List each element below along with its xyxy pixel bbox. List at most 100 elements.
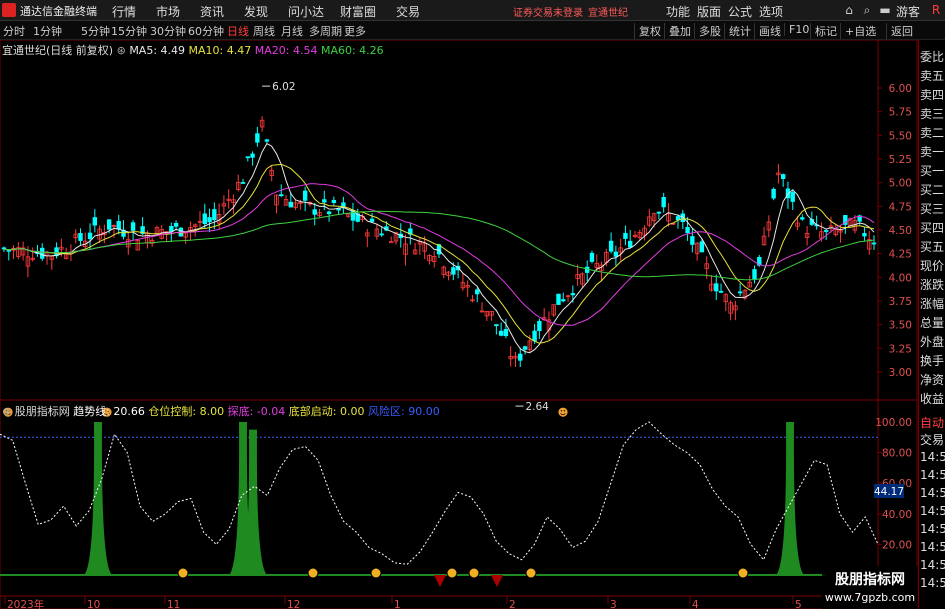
quote-row[interactable]: 委比 <box>920 48 945 65</box>
period-1min[interactable]: 1分钟 <box>33 23 62 39</box>
candle-body <box>388 241 394 244</box>
candle-body <box>771 188 776 199</box>
quote-row[interactable]: 卖三 <box>920 105 945 122</box>
quote-row[interactable]: 外盘 <box>920 333 945 350</box>
probe-label: 探底: -0.04 <box>227 405 286 418</box>
candle-body <box>379 233 384 236</box>
date-label: 3 <box>610 599 617 609</box>
menu-news[interactable]: 资讯 <box>200 3 224 20</box>
menu-ask[interactable]: 问小达 <box>288 3 324 20</box>
candle-body <box>522 346 528 350</box>
r-icon[interactable]: R <box>927 2 945 19</box>
menu-market[interactable]: 市场 <box>156 3 180 20</box>
candle-body <box>106 219 112 230</box>
period-more[interactable]: 更多 <box>344 23 366 39</box>
candle-body <box>690 236 695 245</box>
menu-function[interactable]: 功能 <box>666 3 690 20</box>
f10-button[interactable]: F10 <box>784 23 809 36</box>
indicator-tick-label: 40.00 <box>882 509 912 521</box>
watermark: 股朋指标网 www.7gpzb.com <box>822 566 918 609</box>
menu-formula[interactable]: 公式 <box>728 3 752 20</box>
watermark-url: www.7gpzb.com <box>824 591 916 604</box>
candle-body <box>608 240 614 252</box>
candle-body <box>173 223 179 227</box>
quote-row[interactable]: 买五 <box>920 238 945 255</box>
candle-body <box>656 211 662 214</box>
period-intraday[interactable]: 分时 <box>3 23 25 39</box>
settings-icon[interactable]: ⊛ <box>117 44 126 57</box>
probe-bar <box>434 575 446 587</box>
quote-row[interactable]: 卖一 <box>920 143 945 160</box>
menu-options[interactable]: 选项 <box>759 3 783 20</box>
auto-trade-label[interactable]: 自动 <box>920 414 945 431</box>
search-icon[interactable]: ⌕ <box>858 2 876 19</box>
period-60min[interactable]: 60分钟 <box>188 23 224 39</box>
period-weekly[interactable]: 周线 <box>253 23 275 39</box>
buy-signal-icon <box>370 567 382 579</box>
candle-body <box>250 153 255 158</box>
candle-body <box>6 249 11 252</box>
quote-row[interactable]: 卖二 <box>920 124 945 141</box>
period-monthly[interactable]: 月线 <box>281 23 303 39</box>
period-5min[interactable]: 5分钟 <box>81 23 110 39</box>
menu-layout[interactable]: 版面 <box>697 3 721 20</box>
period-multi[interactable]: 多周期 <box>309 23 342 39</box>
trend-line <box>0 421 879 565</box>
menu-wealth[interactable]: 财富圈 <box>340 3 376 20</box>
tick-time: 14:56 <box>920 504 945 518</box>
menu-quotes[interactable]: 行情 <box>112 3 136 20</box>
quote-row[interactable]: 总量 <box>920 314 945 331</box>
multi-stock-button[interactable]: 多股 <box>694 23 721 39</box>
indicator-settings-icon[interactable]: ⊛ <box>2 405 11 418</box>
quote-row[interactable]: 买一 <box>920 162 945 179</box>
trade-label[interactable]: 交易 <box>920 431 945 448</box>
period-30min[interactable]: 30分钟 <box>150 23 186 39</box>
menu-discover[interactable]: 发现 <box>244 3 268 20</box>
candle-body <box>40 247 45 259</box>
home-icon[interactable]: ⌂ <box>840 2 858 19</box>
period-daily[interactable]: 日线 <box>227 23 249 39</box>
candle-body <box>718 290 724 293</box>
quote-row[interactable]: 买四 <box>920 219 945 236</box>
login-warning[interactable]: 证券交易未登录 <box>513 4 583 19</box>
bottom-start-bar <box>776 422 804 575</box>
candle-body <box>116 221 121 230</box>
add-watchlist-button[interactable]: +自选 <box>840 23 876 39</box>
candle-body <box>871 242 877 245</box>
candle-body <box>675 216 681 221</box>
title-bar: 通达信金融终端 行情 市场 资讯 发现 问小达 财富圈 交易 证券交易未登录 宜… <box>0 0 945 21</box>
candle-body <box>494 324 499 327</box>
date-label: 2023年 <box>7 598 44 609</box>
user-label[interactable]: 游客 <box>896 3 920 20</box>
draw-button[interactable]: 画线 <box>754 23 781 39</box>
quote-row[interactable]: 买三 <box>920 200 945 217</box>
mark-button[interactable]: 标记 <box>810 23 837 39</box>
chart-canvas[interactable]: 6.00 5.75 5.50 5.25 5.00 4.75 4.50 4.25 4.00 3.75… <box>0 40 918 609</box>
candle-body <box>661 196 666 208</box>
quote-row[interactable]: 涨跌 <box>920 276 945 293</box>
quote-row[interactable]: 换手 <box>920 352 945 369</box>
price-tick-label: 5.50 <box>889 130 912 142</box>
current-stock-name: 宜通世纪 <box>588 8 628 19</box>
quote-row[interactable]: 涨幅 <box>920 295 945 312</box>
quote-row[interactable]: 买二 <box>920 181 945 198</box>
period-15min[interactable]: 15分钟 <box>111 23 147 39</box>
candle-body <box>498 330 504 336</box>
overlay-button[interactable]: 叠加 <box>664 23 691 39</box>
candle-body <box>714 283 719 292</box>
adjust-button[interactable]: 复权 <box>634 23 661 39</box>
quote-row[interactable]: 卖四 <box>920 86 945 103</box>
quote-row[interactable]: 收益 <box>920 390 945 407</box>
quote-row[interactable]: 净资 <box>920 371 945 388</box>
candle-body <box>628 240 633 248</box>
quote-row[interactable]: 卖五 <box>920 67 945 84</box>
candle-body <box>322 199 327 203</box>
menu-trade[interactable]: 交易 <box>396 3 420 20</box>
candle-body <box>699 241 705 253</box>
price-tick-label: 3.00 <box>889 367 912 379</box>
minimize-icon[interactable]: ▬ <box>876 2 894 19</box>
quote-row[interactable]: 现价 <box>920 257 945 274</box>
stats-button[interactable]: 统计 <box>724 23 751 39</box>
back-button[interactable]: 返回 <box>886 23 913 39</box>
date-label: 12 <box>287 599 300 609</box>
